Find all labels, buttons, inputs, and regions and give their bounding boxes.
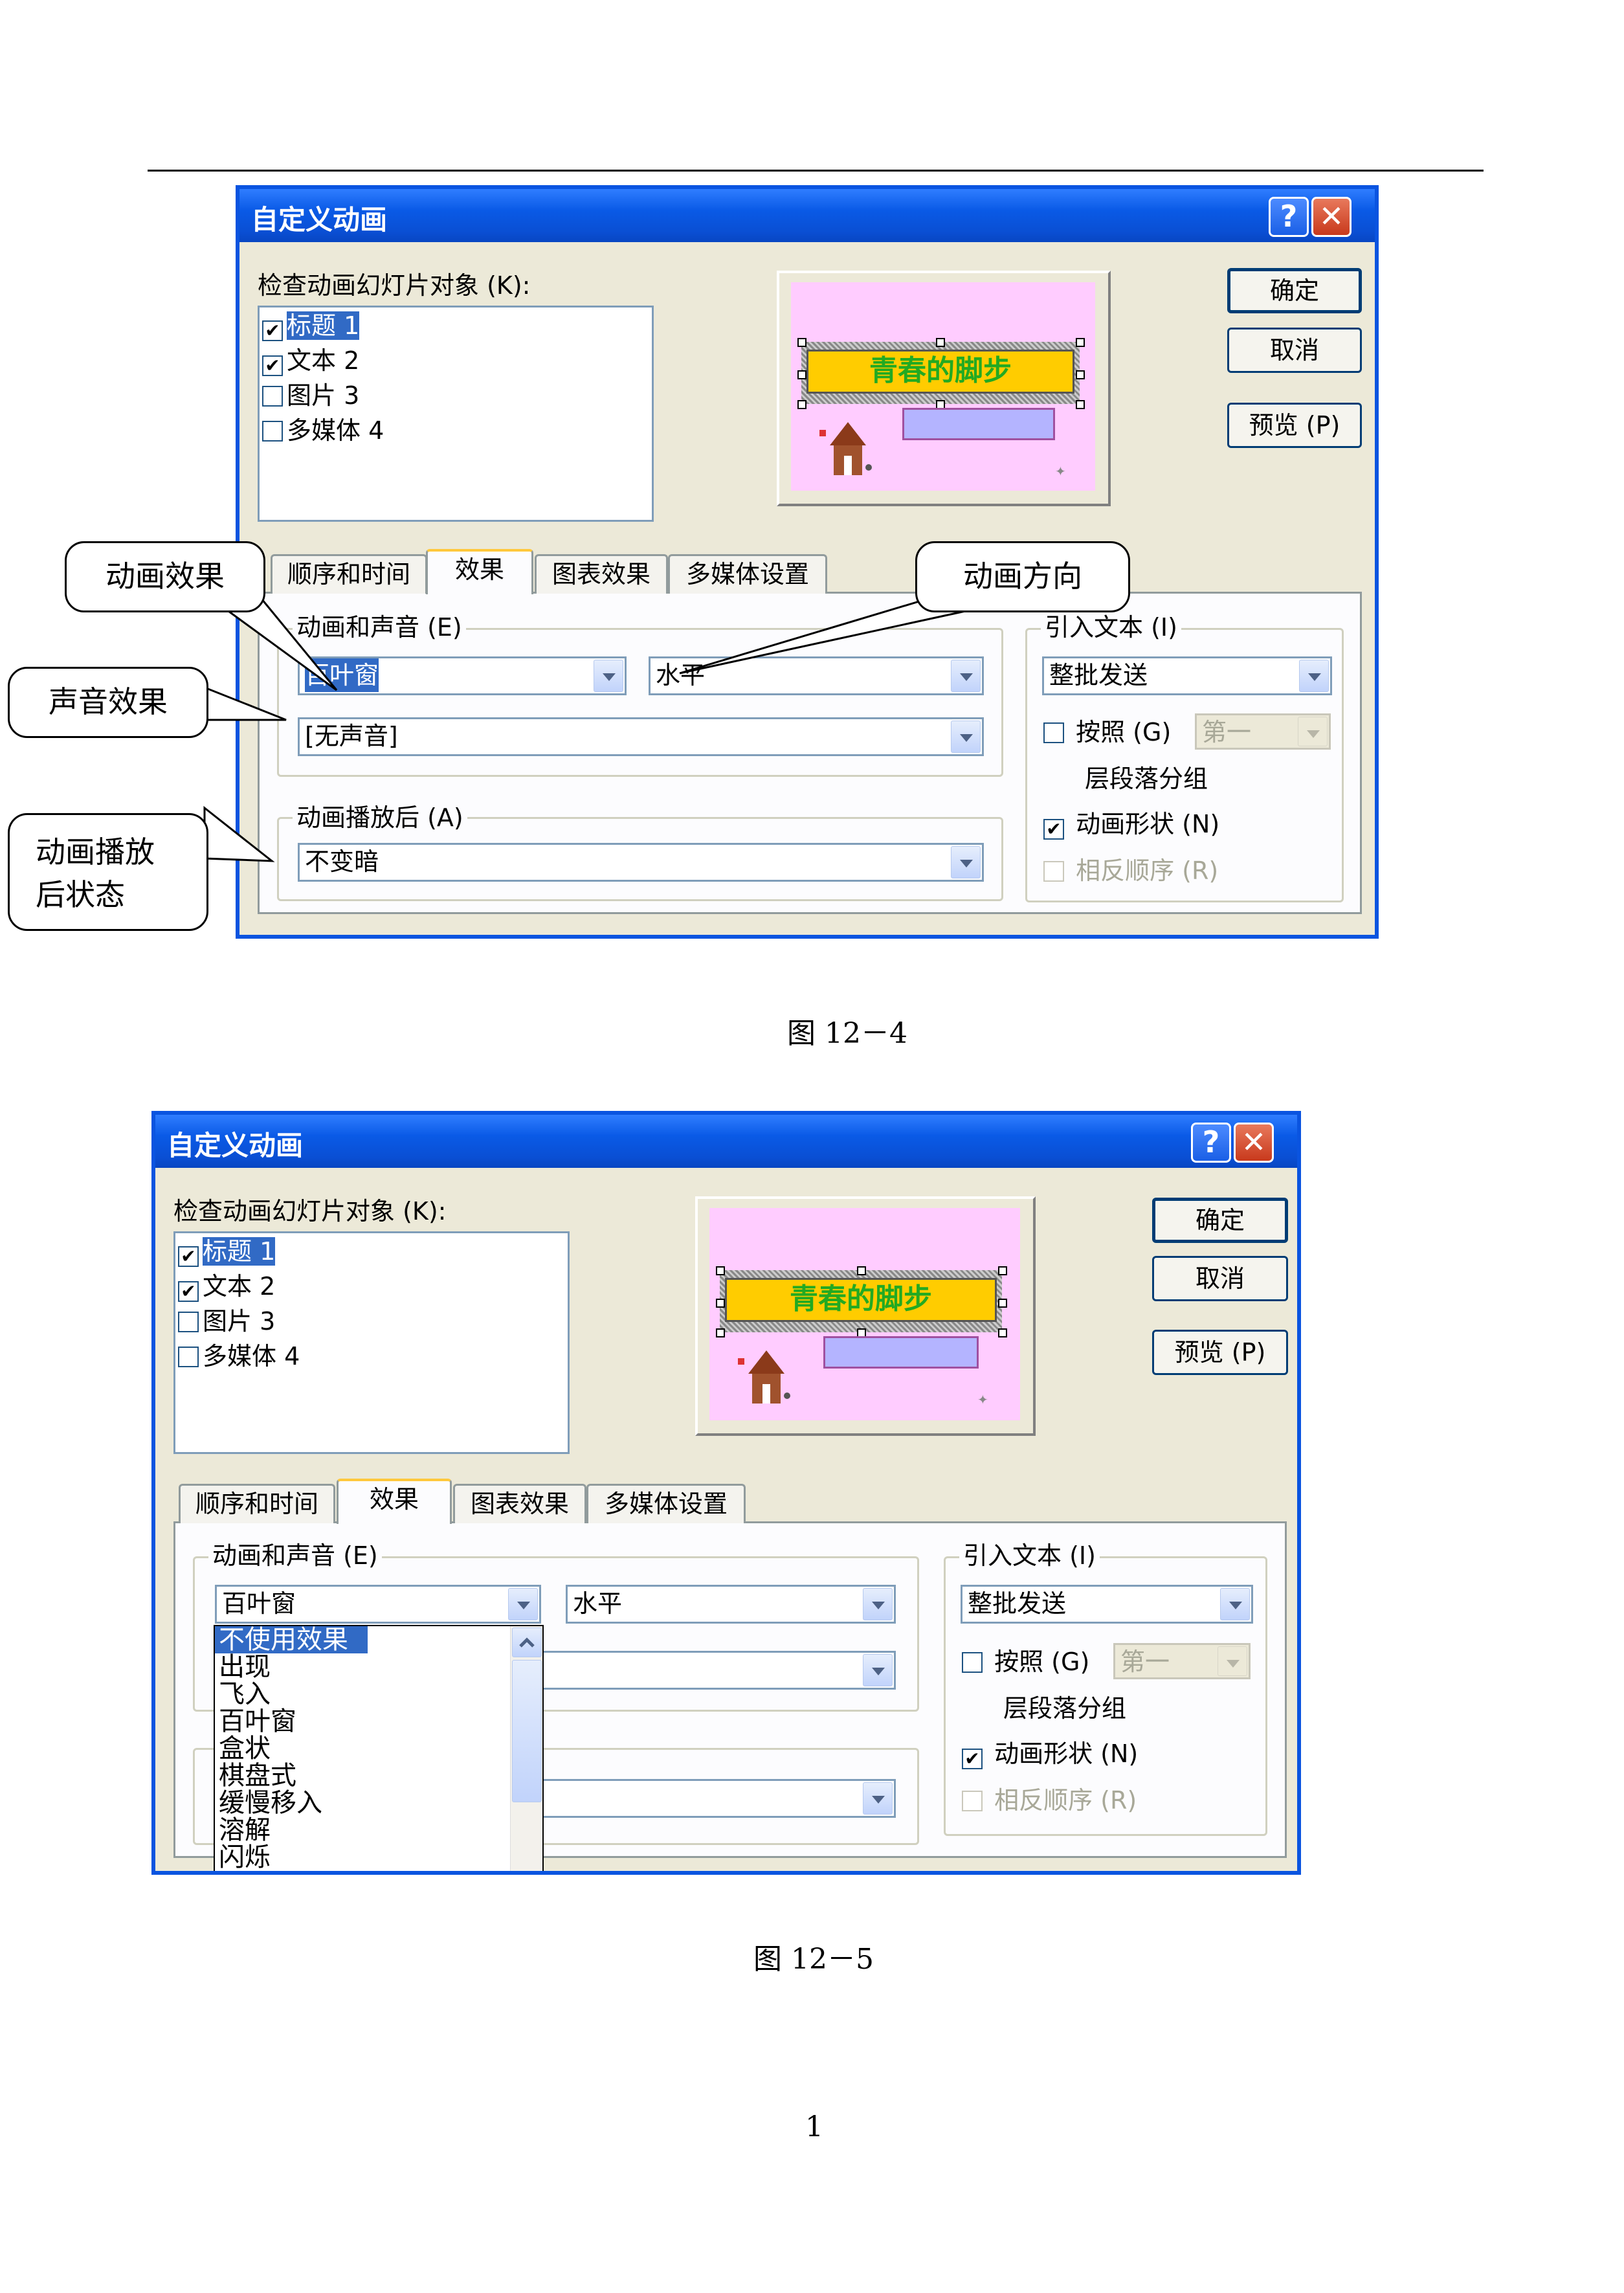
animate-shape-checkbox[interactable]: ✔ 动画形状 (N) bbox=[962, 1734, 1138, 1769]
scroll-up-button[interactable] bbox=[512, 1627, 542, 1657]
checkbox[interactable] bbox=[178, 1347, 199, 1367]
resize-handle[interactable] bbox=[998, 1266, 1007, 1275]
tab-effects[interactable]: 效果 bbox=[337, 1479, 452, 1524]
resize-handle[interactable] bbox=[716, 1299, 725, 1308]
callout-sound: 声音效果 bbox=[8, 667, 208, 738]
cancel-button[interactable]: 取消 bbox=[1152, 1256, 1288, 1301]
callout-direction: 动画方向 bbox=[915, 541, 1130, 612]
list-item[interactable]: 盒状 bbox=[219, 1735, 271, 1762]
reverse-order-checkbox[interactable]: 相反顺序 (R) bbox=[962, 1780, 1137, 1816]
help-button[interactable]: ? bbox=[1191, 1123, 1231, 1163]
figure-caption-2: 图 12－5 bbox=[753, 1943, 874, 1976]
effect-select[interactable]: 百叶窗 bbox=[215, 1585, 541, 1624]
callout-after: 动画播放后状态 bbox=[8, 813, 208, 931]
slide-subtitle-box bbox=[823, 1336, 979, 1369]
checkbox[interactable]: ✔ bbox=[178, 1246, 199, 1267]
list-item[interactable]: 溶解 bbox=[219, 1817, 271, 1844]
callout-pointers bbox=[203, 590, 980, 862]
resize-handle[interactable] bbox=[998, 1299, 1007, 1308]
scrollbar[interactable] bbox=[510, 1626, 542, 1871]
close-button[interactable]: ✕ bbox=[1234, 1123, 1274, 1163]
close-icon: ✕ bbox=[1241, 1124, 1267, 1159]
group-by-checkbox[interactable]: 按照 (G) bbox=[962, 1642, 1089, 1677]
list-item[interactable]: ✔ 文本 2 bbox=[178, 1270, 565, 1303]
check-objects-label: 检查动画幻灯片对象 (K): bbox=[173, 1197, 447, 1225]
resize-handle[interactable] bbox=[716, 1328, 725, 1337]
tab-multimedia[interactable]: 多媒体设置 bbox=[586, 1484, 746, 1523]
list-item[interactable]: 图片 3 bbox=[178, 1304, 565, 1338]
checkbox[interactable]: ✔ bbox=[178, 1281, 199, 1302]
sound-pointer bbox=[203, 686, 287, 721]
intro-text-title: 引入文本 (I) bbox=[959, 1536, 1100, 1571]
ok-button[interactable]: 确定 bbox=[1152, 1198, 1288, 1243]
dialog-title: 自定义动画 bbox=[167, 1130, 304, 1161]
list-item[interactable]: 百叶窗 bbox=[219, 1708, 296, 1735]
list-item[interactable]: 多媒体 4 bbox=[178, 1339, 565, 1373]
resize-handle[interactable] bbox=[998, 1328, 1007, 1337]
custom-animation-dialog-2: 自定义动画 ? ✕ 检查动画幻灯片对象 (K): ✔ 标题 1 ✔ 文本 2 图片 … bbox=[151, 1111, 1301, 1875]
anim-sound-title: 动画和声音 (E) bbox=[208, 1536, 382, 1571]
callout-effect: 动画效果 bbox=[65, 541, 265, 612]
list-item[interactable]: 出现 bbox=[219, 1653, 271, 1681]
resize-handle[interactable] bbox=[716, 1266, 725, 1275]
list-item[interactable]: 棋盘式 bbox=[219, 1762, 296, 1789]
checkbox[interactable] bbox=[178, 1312, 199, 1332]
effect-dropdown-list[interactable]: 不使用效果 出现 飞入 百叶窗 盒状 棋盘式 缓慢移入 溶解 闪烁 bbox=[214, 1625, 544, 1871]
help-icon: ? bbox=[1202, 1124, 1220, 1159]
chevron-down-icon bbox=[1218, 1646, 1247, 1676]
house-clipart bbox=[738, 1350, 790, 1404]
intro-text-select[interactable]: 整批发送 bbox=[961, 1585, 1253, 1624]
resize-handle[interactable] bbox=[857, 1266, 866, 1275]
slide-objects-list[interactable]: ✔ 标题 1 ✔ 文本 2 图片 3 多媒体 4 bbox=[173, 1231, 570, 1454]
list-item[interactable]: 飞入 bbox=[219, 1681, 271, 1708]
figure-caption-1: 图 12－4 bbox=[787, 1017, 907, 1050]
chevron-down-icon[interactable] bbox=[863, 1588, 893, 1620]
title-bar[interactable]: 自定义动画 ? ✕ bbox=[155, 1115, 1297, 1168]
scroll-thumb[interactable] bbox=[512, 1660, 542, 1802]
tab-chart-effects[interactable]: 图表效果 bbox=[453, 1484, 586, 1523]
chevron-up-icon bbox=[519, 1637, 535, 1648]
slide-preview: 青春的脚步 ✦ bbox=[695, 1196, 1036, 1436]
chevron-down-icon[interactable] bbox=[863, 1782, 893, 1815]
direction-select[interactable]: 水平 bbox=[566, 1585, 896, 1624]
tab-order-timing[interactable]: 顺序和时间 bbox=[179, 1484, 335, 1523]
list-item[interactable]: 不使用效果 bbox=[215, 1626, 368, 1653]
after-pointer bbox=[203, 805, 275, 862]
list-item[interactable]: 缓慢移入 bbox=[219, 1789, 322, 1817]
chevron-down-icon[interactable] bbox=[863, 1654, 893, 1686]
sparkle-icon: ✦ bbox=[977, 1392, 988, 1407]
slide-thumbnail: 青春的脚步 ✦ bbox=[709, 1208, 1020, 1420]
chevron-down-icon[interactable] bbox=[1220, 1588, 1250, 1620]
preview-button[interactable]: 预览 (P) bbox=[1152, 1330, 1288, 1375]
level-select[interactable]: 第一 bbox=[1113, 1643, 1251, 1679]
paragraph-level-label: 层段落分组 bbox=[1003, 1694, 1127, 1723]
list-item[interactable]: ✔ 标题 1 bbox=[178, 1235, 565, 1268]
slide-title-text: 青春的脚步 bbox=[725, 1278, 997, 1322]
list-item[interactable]: 闪烁 bbox=[219, 1844, 271, 1871]
page-number: 1 bbox=[805, 2110, 823, 2143]
chevron-down-icon[interactable] bbox=[508, 1588, 538, 1620]
